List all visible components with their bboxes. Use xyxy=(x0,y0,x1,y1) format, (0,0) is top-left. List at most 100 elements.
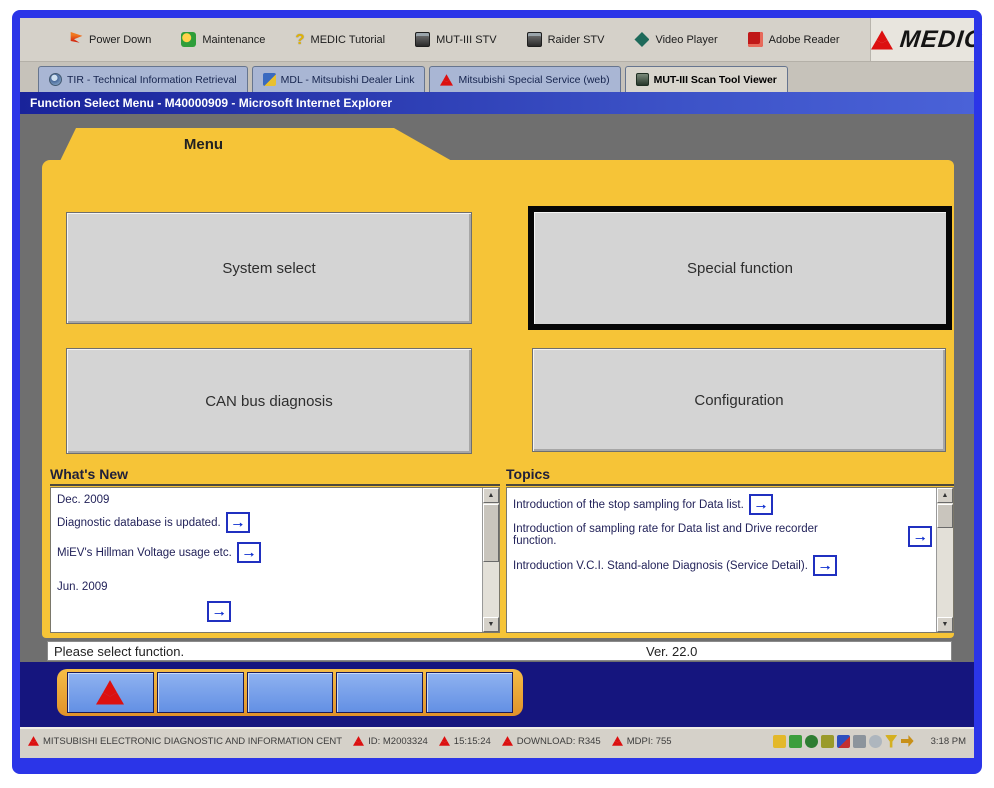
quick-launch-button-home[interactable] xyxy=(67,672,154,713)
system-select-button[interactable]: System select xyxy=(66,212,472,324)
video-player-icon xyxy=(634,32,650,47)
taskbar-label: MITSUBISHI ELECTRONIC DIAGNOSTIC AND INF… xyxy=(43,735,343,747)
mitsubishi-logo-icon xyxy=(440,74,453,86)
topics-entry: Introduction of the stop sampling for Da… xyxy=(513,498,744,511)
whats-new-entry: Jun. 2009 xyxy=(57,581,108,593)
tab-mdl[interactable]: MDL - Mitsubishi Dealer Link xyxy=(251,66,426,92)
toolbar-item-mut3-stv[interactable]: MUT-III STV xyxy=(415,32,497,47)
app-tab-bar: TIR - Technical Information Retrieval MD… xyxy=(20,62,974,92)
topics-title: Topics xyxy=(506,466,954,486)
tray-icon-4[interactable] xyxy=(820,734,834,748)
system-tray xyxy=(772,734,914,748)
list-item: Jun. 2009 xyxy=(57,581,480,593)
arrow-button[interactable] xyxy=(908,526,932,547)
scan-tool-icon xyxy=(526,32,542,47)
quick-launch-bar xyxy=(57,669,523,716)
mitsubishi-logo-icon xyxy=(28,736,39,746)
toolbar-item-power-down[interactable]: Power Down xyxy=(68,32,151,47)
scrollbar-thumb[interactable] xyxy=(483,504,499,562)
special-function-button[interactable]: Special function xyxy=(528,206,952,330)
question-mark-icon xyxy=(295,32,304,47)
list-item: Diagnostic database is updated. xyxy=(57,512,480,533)
quick-launch-button-3[interactable] xyxy=(246,672,334,713)
tray-icon-9[interactable] xyxy=(900,735,914,747)
tray-icon-7[interactable] xyxy=(868,734,882,748)
quick-launch-button-4[interactable] xyxy=(336,672,424,713)
list-item: Introduction of sampling rate for Data l… xyxy=(513,523,934,547)
button-label: Configuration xyxy=(694,391,784,409)
tray-icon-2[interactable] xyxy=(788,734,802,748)
mitsubishi-logo-icon xyxy=(96,680,124,705)
window-title: Function Select Menu - M40000909 - Micro… xyxy=(30,96,393,110)
scrollbar-up-button[interactable] xyxy=(937,488,953,503)
arrow-button[interactable] xyxy=(236,542,261,563)
taskbar-label: MDPI: 755 xyxy=(626,735,672,747)
toolbar-item-medic-tutorial[interactable]: MEDIC Tutorial xyxy=(295,32,386,47)
toolbar-item-label: Video Player xyxy=(655,33,718,46)
whats-new-scrollbar[interactable] xyxy=(482,488,499,632)
scrollbar-thumb[interactable] xyxy=(937,504,953,528)
whats-new-entry: MiEV's Hillman Voltage usage etc. xyxy=(57,546,232,559)
scrollbar-down-button[interactable] xyxy=(937,617,953,632)
toolbar-item-raider-stv[interactable]: Raider STV xyxy=(526,32,605,47)
toolbar-item-label: Raider STV xyxy=(547,33,605,46)
arrow-button[interactable] xyxy=(225,512,250,533)
topics-list: Introduction of the stop sampling for Da… xyxy=(506,487,954,633)
tab-mut3-scan-tool-viewer[interactable]: MUT-III Scan Tool Viewer xyxy=(624,66,788,92)
quick-launch-button-2[interactable] xyxy=(156,672,244,713)
tray-icon-8[interactable] xyxy=(884,734,898,748)
menu-tab-label: Menu xyxy=(183,136,224,153)
topics-entry: Introduction V.C.I. Stand-alone Diagnosi… xyxy=(513,559,808,572)
taskbar-label: 15:15:24 xyxy=(453,735,491,747)
list-item: Dec. 2009 xyxy=(57,494,480,506)
taskbar-label: DOWNLOAD: R345 xyxy=(516,735,601,747)
can-bus-diagnosis-button[interactable]: CAN bus diagnosis xyxy=(66,348,472,454)
toolbar-item-label: MEDIC Tutorial xyxy=(310,33,386,46)
globe-icon xyxy=(49,73,62,86)
viewer-icon xyxy=(635,73,649,86)
list-item: Introduction V.C.I. Stand-alone Diagnosi… xyxy=(513,555,934,576)
medic-wordmark: MEDIC xyxy=(898,25,984,53)
whats-new-title: What's New xyxy=(50,466,500,486)
toolbar-item-adobe-reader[interactable]: Adobe Reader xyxy=(747,32,840,47)
scrollbar-down-button[interactable] xyxy=(483,617,499,632)
arrow-button[interactable] xyxy=(812,555,837,576)
tray-icon-1[interactable] xyxy=(772,734,786,748)
topics-scrollbar[interactable] xyxy=(936,488,953,632)
mitsubishi-logo-icon xyxy=(353,736,364,746)
toolbar-item-label: Adobe Reader xyxy=(768,33,840,46)
tab-tir[interactable]: TIR - Technical Information Retrieval xyxy=(38,66,248,92)
medic-screen: Power Down Maintenance MEDIC Tutorial MU… xyxy=(20,18,983,758)
version-label: Ver. 22.0 xyxy=(646,644,698,659)
tray-icon-5[interactable] xyxy=(836,734,850,748)
button-label: Special function xyxy=(687,259,793,277)
scrollbar-up-button[interactable] xyxy=(483,488,499,503)
toolbar-item-video-player[interactable]: Video Player xyxy=(634,32,718,47)
tab-label: TIR - Technical Information Retrieval xyxy=(67,73,237,86)
status-bar: Please select function. Ver. 22.0 xyxy=(47,641,952,661)
medic-logo: MEDIC xyxy=(869,18,984,61)
quick-launch-button-5[interactable] xyxy=(426,672,513,713)
arrow-button[interactable] xyxy=(207,601,231,622)
configuration-button[interactable]: Configuration xyxy=(532,348,946,452)
tab-special-service[interactable]: Mitsubishi Special Service (web) xyxy=(429,66,621,92)
bottom-strip xyxy=(20,662,974,727)
dealer-link-icon xyxy=(262,73,276,86)
scan-tool-icon xyxy=(415,32,431,47)
toolbar-item-maintenance[interactable]: Maintenance xyxy=(181,32,265,47)
whats-new-entry: Dec. 2009 xyxy=(57,494,110,506)
mitsubishi-logo-icon xyxy=(871,30,893,50)
maintenance-icon xyxy=(181,32,197,47)
power-down-icon xyxy=(70,32,83,47)
whats-new-content: Dec. 2009 Diagnostic database is updated… xyxy=(51,488,482,632)
taskbar-label: ID: M2003324 xyxy=(368,735,428,747)
taskbar-segment-title: MITSUBISHI ELECTRONIC DIAGNOSTIC AND INF… xyxy=(28,736,342,747)
tray-icon-3[interactable] xyxy=(804,734,818,748)
function-select-panel: System select Special function CAN bus d… xyxy=(42,160,954,638)
list-item xyxy=(207,601,480,622)
tab-label: Mitsubishi Special Service (web) xyxy=(458,73,610,86)
menu-tab[interactable]: Menu xyxy=(60,128,452,161)
arrow-button[interactable] xyxy=(748,494,773,515)
tray-icon-6[interactable] xyxy=(852,734,866,748)
main-area: Menu System select Special function CAN … xyxy=(20,114,974,662)
